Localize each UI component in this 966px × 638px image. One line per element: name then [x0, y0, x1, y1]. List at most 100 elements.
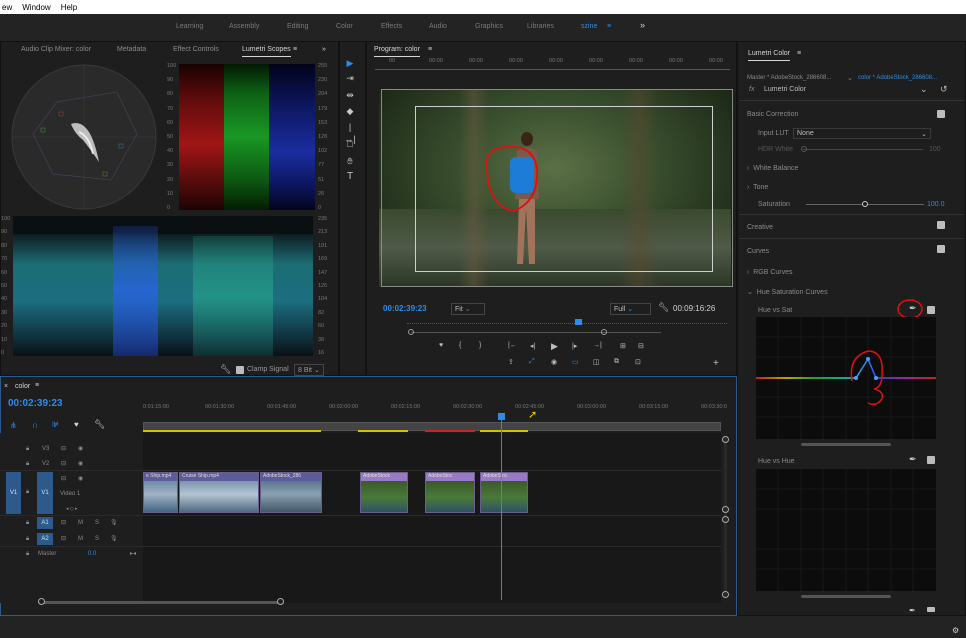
lumetri-menu-icon[interactable]: ≡ — [797, 50, 801, 57]
quality-dropdown[interactable]: Full ⌄ — [610, 303, 651, 315]
hue-vs-hue-scrollbar[interactable] — [801, 595, 891, 598]
workspace-effects[interactable]: Effects — [381, 23, 402, 30]
curves-header[interactable]: Curves — [747, 248, 769, 255]
workspace-assembly[interactable]: Assembly — [229, 23, 259, 30]
eye-icon[interactable]: ◉ — [78, 445, 83, 452]
add-marker-icon[interactable]: ♥ — [74, 420, 79, 429]
microphone-icon[interactable]: 🎙︎ — [110, 519, 118, 526]
timeline-horizontal-scrollbar[interactable] — [38, 601, 284, 604]
lock-icon[interactable]: 🔒︎ — [26, 489, 29, 496]
saturation-value[interactable]: 100.0 — [927, 201, 945, 208]
multi-camera-icon[interactable]: ⊡ — [635, 358, 641, 366]
tab-audio-clip-mixer[interactable]: Audio Clip Mixer: color — [21, 46, 91, 53]
tone-header[interactable]: › Tone — [747, 184, 768, 191]
wrench-icon[interactable]: 🔧︎ — [220, 364, 231, 375]
creative-checkbox[interactable] — [937, 221, 945, 229]
lock-icon[interactable]: 🔒︎ — [26, 461, 29, 468]
workspace-szine[interactable]: szine — [581, 23, 597, 30]
tab-menu-icon[interactable]: ≡ — [293, 46, 297, 53]
export-frame-icon[interactable]: ◉ — [551, 358, 557, 366]
vscroll-handle-mid[interactable] — [722, 506, 729, 513]
nest-icon[interactable]: ⋔ — [10, 421, 17, 430]
solo-button[interactable]: S — [95, 536, 99, 542]
workspace-overflow-icon[interactable]: » — [640, 20, 645, 30]
sync-lock-icon[interactable]: ⊟ — [61, 519, 66, 526]
slip-tool-icon[interactable]: |↔| — [344, 121, 356, 144]
tab-metadata[interactable]: Metadata — [117, 46, 146, 53]
hdr-white-slider[interactable] — [803, 149, 923, 150]
panel-overflow-icon[interactable]: » — [322, 46, 326, 53]
tab-effect-controls[interactable]: Effect Controls — [173, 46, 219, 53]
mark-out-icon[interactable]: } — [479, 342, 481, 349]
overwrite-icon[interactable]: ⊟ — [638, 342, 644, 350]
add-button-icon[interactable]: + — [713, 358, 719, 369]
workspace-learning[interactable]: Learning — [176, 23, 203, 30]
ripple-edit-tool-icon[interactable]: ⇹ — [344, 89, 356, 101]
settings-wrench-icon[interactable]: 🔧︎ — [658, 302, 669, 313]
timeline-menu-icon[interactable]: ≡ — [35, 382, 39, 389]
vscroll-handle-mid2[interactable] — [722, 516, 729, 523]
menu-view[interactable]: ew — [2, 3, 12, 12]
workspace-libraries[interactable]: Libraries — [527, 23, 554, 30]
workspace-audio[interactable]: Audio — [429, 23, 447, 30]
lumetri-clip-name[interactable]: color * AdobeStock_286608... — [858, 75, 937, 81]
go-to-out-icon[interactable]: →| — [593, 342, 602, 349]
hue-vs-sat-checkbox[interactable] — [927, 306, 935, 314]
mute-button[interactable]: M — [78, 520, 83, 526]
snap-magnet-icon[interactable]: ∩ — [32, 420, 38, 430]
insert-icon[interactable]: ⊞ — [620, 342, 626, 350]
sync-lock-icon[interactable]: ⊟ — [61, 475, 66, 482]
type-tool-icon[interactable]: T — [344, 171, 356, 183]
track-a2[interactable]: A2 — [37, 533, 53, 545]
timeline-clip[interactable]: AdobeStoc — [425, 472, 475, 513]
track-v1[interactable]: V1 — [37, 472, 53, 514]
hdr-white-value[interactable]: 100 — [929, 146, 941, 153]
program-title[interactable]: Program: color — [374, 46, 420, 57]
timeline-clip[interactable]: Cruise Ship.mp4 — [179, 472, 259, 513]
sync-lock-icon[interactable]: ⊟ — [61, 460, 66, 467]
play-icon[interactable]: ▶ — [551, 341, 558, 352]
program-menu-icon[interactable]: ≡ — [428, 46, 432, 53]
white-balance-header[interactable]: › White Balance — [747, 165, 798, 172]
timeline-settings-wrench-icon[interactable]: 🔧︎ — [94, 419, 105, 430]
timeline-timecode[interactable]: 00:02:39:23 — [8, 398, 62, 409]
hue-vs-sat-graph[interactable] — [756, 317, 936, 439]
zoom-bar[interactable] — [411, 332, 661, 333]
program-playhead[interactable] — [575, 319, 582, 325]
status-icon[interactable]: ⚙ — [952, 626, 959, 635]
lock-icon[interactable]: 🔒︎ — [26, 446, 29, 453]
timeline-playhead-handle[interactable] — [498, 413, 505, 420]
timeline-clip[interactable]: AdobeStock — [360, 472, 408, 513]
scroll-handle-right[interactable] — [277, 598, 284, 605]
rgb-curves-header[interactable]: › RGB Curves — [747, 269, 793, 276]
program-scrub-bar[interactable] — [407, 323, 727, 329]
eye-icon[interactable]: ◉ — [78, 475, 83, 482]
reset-icon[interactable]: ↺ — [940, 84, 948, 95]
lock-icon[interactable]: 🔒︎ — [26, 551, 29, 558]
creative-header[interactable]: Creative — [747, 224, 773, 231]
timeline-title[interactable]: color — [15, 383, 30, 390]
timeline-clip[interactable]: AdobeStock_286 — [260, 472, 322, 513]
scroll-handle-left[interactable] — [38, 598, 45, 605]
tab-lumetri-scopes[interactable]: Lumetri Scopes — [242, 46, 291, 57]
zoom-handle-left[interactable] — [408, 329, 414, 335]
workspace-menu-icon[interactable]: ≡ — [607, 23, 611, 30]
basic-correction-header[interactable]: Basic Correction — [747, 111, 798, 118]
lumetri-clip-chevron-icon[interactable]: ⌄ — [847, 74, 853, 82]
vscroll-handle-bottom[interactable] — [722, 591, 729, 598]
hue-vs-hue-graph[interactable] — [756, 469, 936, 591]
keyframe-nav-icon[interactable]: ◂ ◇ ▸ — [66, 506, 78, 512]
track-select-tool-icon[interactable]: ⇥ — [344, 72, 356, 84]
step-back-icon[interactable]: ◂| — [530, 342, 535, 350]
program-timecode[interactable]: 00:02:39:23 — [383, 304, 427, 313]
extract-icon[interactable]: ⤢ — [529, 358, 535, 366]
basic-correction-checkbox[interactable] — [937, 110, 945, 118]
lock-icon[interactable]: 🔒︎ — [26, 520, 29, 527]
workspace-color[interactable]: Color — [336, 23, 353, 30]
source-patch-v1[interactable]: V1 — [6, 472, 21, 514]
timeline-close-icon[interactable]: × — [4, 383, 8, 390]
clamp-signal-checkbox[interactable] — [236, 366, 244, 374]
vscroll-handle-top[interactable] — [722, 436, 729, 443]
hand-tool-icon[interactable]: ✋︎ — [344, 155, 356, 167]
sync-lock-icon[interactable]: ⊟ — [61, 535, 66, 542]
